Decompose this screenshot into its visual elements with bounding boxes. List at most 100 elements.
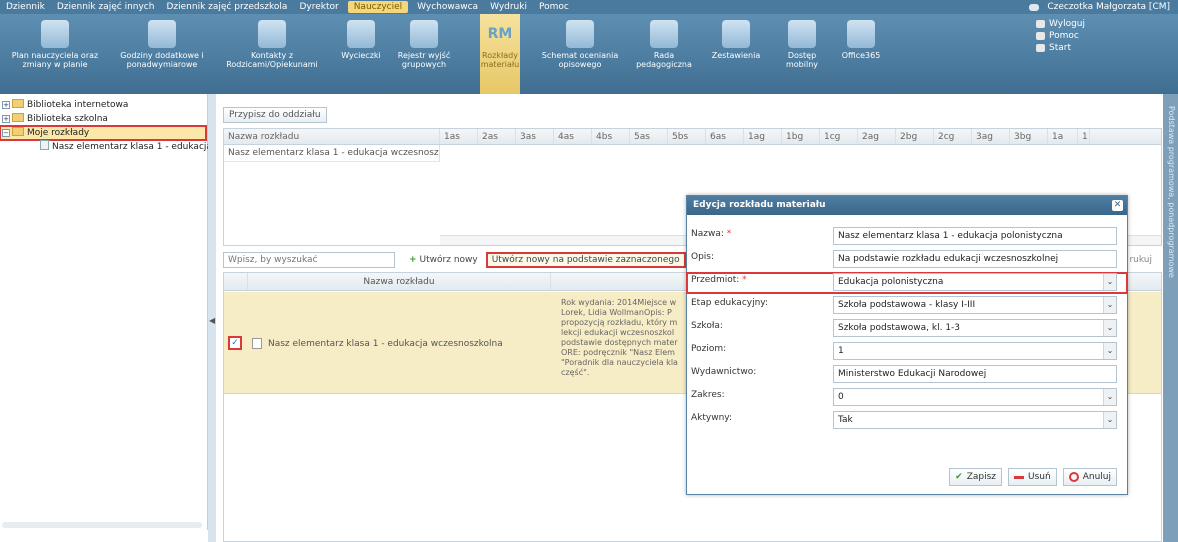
print-button[interactable]: rukuj bbox=[1129, 255, 1152, 265]
field-label: Aktywny: bbox=[691, 413, 732, 423]
document-icon bbox=[40, 140, 49, 150]
toolbar-rejestr-button[interactable]: Rejestr wyjść grupowych bbox=[394, 14, 454, 94]
toolbar-rozklady-button[interactable]: RM Rozkłady materiału bbox=[480, 14, 520, 94]
field-opis: Opis: Na podstawie rozkładu edukacji wcz… bbox=[687, 250, 1127, 270]
col-header[interactable]: 1 bbox=[1078, 129, 1090, 144]
toolbar-zestawienia-button[interactable]: Zestawienia bbox=[706, 14, 766, 94]
col-header[interactable]: 2as bbox=[478, 129, 516, 144]
col-header[interactable]: 2ag bbox=[858, 129, 896, 144]
logout-link[interactable]: Wyloguj bbox=[1036, 18, 1085, 30]
menu-nauczyciel[interactable]: Nauczyciel bbox=[347, 1, 409, 13]
expand-icon[interactable]: + bbox=[2, 101, 10, 109]
splitter[interactable]: ◀ bbox=[208, 94, 216, 542]
menu-dziennik-zajec-innych[interactable]: Dziennik zajęć innych bbox=[51, 0, 161, 14]
chat-icon[interactable] bbox=[1029, 3, 1040, 11]
menu-dziennik[interactable]: Dziennik bbox=[0, 0, 51, 14]
col-header[interactable]: 4as bbox=[554, 129, 592, 144]
tree-label: Nasz elementarz klasa 1 - edukacja bbox=[52, 142, 212, 152]
level-select[interactable]: 1 ⌄ bbox=[833, 342, 1117, 360]
field-label: Wydawnictwo: bbox=[691, 367, 757, 377]
col-header[interactable]: 5bs bbox=[668, 129, 706, 144]
chevron-down-icon[interactable]: ⌄ bbox=[1103, 389, 1116, 405]
col-header[interactable]: 3ag bbox=[972, 129, 1010, 144]
chevron-down-icon[interactable]: ⌄ bbox=[1103, 274, 1116, 290]
chevron-down-icon[interactable]: ⌄ bbox=[1103, 412, 1116, 428]
row-checkbox[interactable]: ✓ bbox=[228, 336, 242, 350]
col-header[interactable]: 1cg bbox=[820, 129, 858, 144]
menu-wychowawca[interactable]: Wychowawca bbox=[411, 0, 484, 14]
collapse-arrow-icon[interactable]: ◀ bbox=[209, 316, 215, 325]
collapse-icon[interactable]: − bbox=[2, 129, 10, 137]
create-new-button[interactable]: + Utwórz nowy bbox=[409, 255, 478, 265]
col-header[interactable]: 6as bbox=[706, 129, 744, 144]
chevron-down-icon[interactable]: ⌄ bbox=[1103, 297, 1116, 313]
top-menu: Dziennik Dziennik zajęć innych Dziennik … bbox=[0, 0, 1178, 14]
search-input[interactable] bbox=[223, 252, 395, 268]
subject-select[interactable]: Edukacja polonistyczna ⌄ bbox=[833, 273, 1117, 291]
col-header[interactable]: 1as bbox=[440, 129, 478, 144]
save-label: Zapisz bbox=[966, 472, 997, 482]
clock-person-icon bbox=[148, 20, 176, 48]
select-all-header[interactable] bbox=[224, 273, 248, 290]
help-link[interactable]: Pomoc bbox=[1036, 30, 1085, 42]
toolbar-rada-button[interactable]: Rada pedagogiczna bbox=[632, 14, 696, 94]
active-select[interactable]: Tak ⌄ bbox=[833, 411, 1117, 429]
toolbar-label: Zestawienia bbox=[711, 51, 761, 60]
col-header-name[interactable]: Nazwa rozkładu bbox=[248, 273, 551, 290]
menu-wydruki[interactable]: Wydruki bbox=[484, 0, 533, 14]
menu-dyrektor[interactable]: Dyrektor bbox=[293, 0, 344, 14]
toolbar-label: Plan nauczyciela oraz bbox=[11, 51, 99, 60]
description-input[interactable]: Na podstawie rozkładu edukacji wczesnosz… bbox=[833, 250, 1117, 268]
tree-scrollbar[interactable] bbox=[2, 522, 202, 528]
col-header[interactable]: 1a bbox=[1048, 129, 1078, 144]
stage-select[interactable]: Szkoła podstawowa - klasy I-III ⌄ bbox=[833, 296, 1117, 314]
col-header[interactable]: 3bg bbox=[1010, 129, 1048, 144]
chevron-down-icon[interactable]: ⌄ bbox=[1103, 343, 1116, 359]
right-collapsed-panel[interactable]: Podstawa programowa, ponadprogramowe bbox=[1163, 94, 1178, 542]
save-button[interactable]: ✔ Zapisz bbox=[949, 468, 1003, 486]
col-header[interactable]: 4bs bbox=[592, 129, 630, 144]
col-header[interactable]: 3as bbox=[516, 129, 554, 144]
start-link[interactable]: Start bbox=[1036, 42, 1085, 54]
col-header[interactable]: 1bg bbox=[782, 129, 820, 144]
close-icon[interactable]: ✕ bbox=[1112, 200, 1123, 211]
toolbar-godziny-button[interactable]: Godziny dodatkowe i ponadwymiarowe bbox=[112, 14, 212, 94]
create-from-selected-button[interactable]: Utwórz nowy na podstawie zaznaczonego bbox=[485, 252, 686, 268]
toolbar-office-button[interactable]: Office365 bbox=[836, 14, 886, 94]
right-panel-title: Podstawa programowa, ponadprogramowe bbox=[1167, 106, 1176, 278]
assign-to-class-button[interactable]: Przypisz do oddziału bbox=[223, 107, 327, 123]
col-header[interactable]: 2bg bbox=[896, 129, 934, 144]
menu-pomoc[interactable]: Pomoc bbox=[533, 0, 575, 14]
menu-dziennik-przedszkola[interactable]: Dziennik zajęć przedszkola bbox=[160, 0, 293, 14]
col-header[interactable]: 5as bbox=[630, 129, 668, 144]
council-icon bbox=[650, 20, 678, 48]
scope-select[interactable]: 0 ⌄ bbox=[833, 388, 1117, 406]
cancel-button[interactable]: Anuluj bbox=[1062, 468, 1117, 486]
toolbar-schemat-button[interactable]: Schemat oceniania opisowego bbox=[538, 14, 622, 94]
tree-item-biblioteka-internetowa[interactable]: + Biblioteka internetowa bbox=[0, 98, 207, 112]
tree-item-nasz-elementarz[interactable]: Nasz elementarz klasa 1 - edukacja bbox=[0, 140, 212, 154]
school-select[interactable]: Szkoła podstawowa, kl. 1-3 ⌄ bbox=[833, 319, 1117, 337]
expand-icon[interactable]: + bbox=[2, 115, 10, 123]
folder-icon bbox=[12, 113, 24, 122]
col-header[interactable]: 1ag bbox=[744, 129, 782, 144]
toolbar-kontakty-button[interactable]: Kontakty z Rodzicami/Opiekunami bbox=[222, 14, 322, 94]
toolbar-wycieczki-button[interactable]: Wycieczki bbox=[336, 14, 386, 94]
toolbar-label: grupowych bbox=[401, 60, 447, 69]
chevron-down-icon[interactable]: ⌄ bbox=[1103, 320, 1116, 336]
folder-open-icon bbox=[12, 127, 24, 136]
table-row[interactable]: Nasz elementarz klasa 1 - edukacja wczes… bbox=[224, 145, 440, 162]
toolbar-dostep-button[interactable]: Dostęp mobilny bbox=[780, 14, 824, 94]
publisher-input[interactable]: Ministerstwo Edukacji Narodowej bbox=[833, 365, 1117, 383]
delete-button[interactable]: Usuń bbox=[1008, 468, 1057, 486]
tree-item-biblioteka-szkolna[interactable]: + Biblioteka szkolna bbox=[0, 112, 207, 126]
col-header[interactable]: Nazwa rozkładu bbox=[224, 129, 440, 144]
user-name[interactable]: Czeczotka Małgorzata [CM] bbox=[1047, 0, 1170, 14]
toolbar-plan-button[interactable]: Plan nauczyciela oraz zmiany w planie bbox=[0, 14, 110, 94]
tree-item-moje-rozklady[interactable]: − Moje rozkłady bbox=[0, 125, 207, 141]
toolbar-label: Schemat oceniania bbox=[541, 51, 619, 60]
field-etap: Etap edukacyjny: Szkoła podstawowa - kla… bbox=[687, 296, 1127, 316]
name-input[interactable]: Nasz elementarz klasa 1 - edukacja polon… bbox=[833, 227, 1117, 245]
col-header[interactable]: 2cg bbox=[934, 129, 972, 144]
field-poziom: Poziom: 1 ⌄ bbox=[687, 342, 1127, 362]
